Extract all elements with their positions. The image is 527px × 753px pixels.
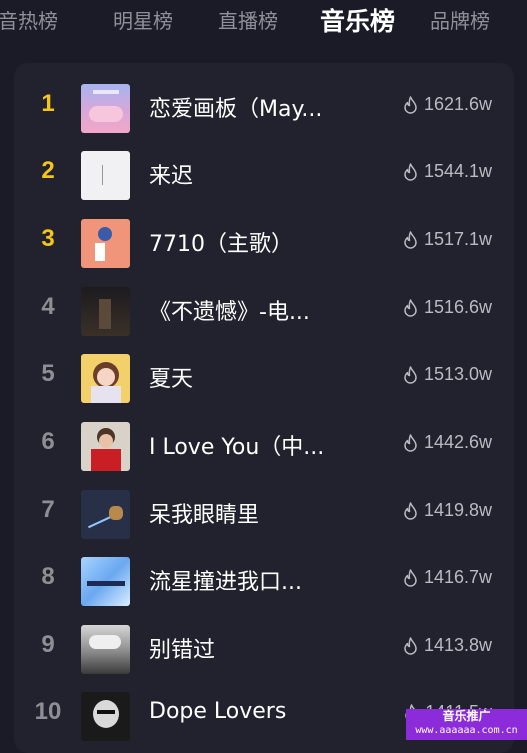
flame-icon bbox=[404, 230, 417, 249]
heat-text: 1621.6w bbox=[423, 94, 492, 114]
rank-number: 10 bbox=[34, 698, 62, 725]
heat-text: 1516.6w bbox=[423, 297, 492, 317]
rank-number: 7 bbox=[41, 496, 55, 523]
song-title: 7710（主歌） bbox=[149, 232, 293, 257]
song-row[interactable]: 1 恋爱画板（May... 1621.6w bbox=[0, 74, 527, 141]
song-row[interactable]: 7 呆我眼睛里 1419.8w bbox=[0, 480, 527, 547]
album-cover bbox=[81, 287, 130, 336]
heat-value: 1621.6w bbox=[403, 94, 492, 115]
album-cover bbox=[81, 151, 130, 200]
heat-text: 1419.8w bbox=[423, 500, 492, 520]
album-cover bbox=[81, 84, 130, 133]
album-cover bbox=[81, 422, 130, 471]
rank-number: 6 bbox=[41, 428, 55, 455]
flame-icon bbox=[404, 501, 417, 520]
heat-text: 1413.8w bbox=[423, 635, 492, 655]
album-cover bbox=[81, 490, 130, 539]
heat-value: 1416.7w bbox=[403, 567, 492, 588]
song-title: 《不遗憾》-电... bbox=[149, 300, 310, 325]
rank-number: 4 bbox=[41, 293, 55, 320]
heat-value: 1413.8w bbox=[403, 635, 492, 656]
rank-number: 2 bbox=[41, 157, 55, 184]
heat-value: 1517.1w bbox=[403, 229, 492, 250]
ranking-tabs: 音热榜 明星榜 直播榜 音乐榜 品牌榜 bbox=[0, 0, 527, 42]
song-title: 别错过 bbox=[149, 638, 216, 663]
song-title: 恋爱画板（May... bbox=[149, 97, 323, 122]
heat-value: 1513.0w bbox=[403, 364, 492, 385]
heat-value: 1516.6w bbox=[403, 297, 492, 318]
flame-icon bbox=[404, 95, 417, 114]
song-row[interactable]: 3 7710（主歌） 1517.1w bbox=[0, 209, 527, 276]
flame-icon bbox=[404, 162, 417, 181]
tab-live[interactable]: 直播榜 bbox=[218, 5, 278, 34]
rank-number: 8 bbox=[41, 563, 55, 590]
tab-yinre[interactable]: 音热榜 bbox=[0, 5, 58, 34]
flame-icon bbox=[404, 298, 417, 317]
song-title: 流星撞进我口... bbox=[149, 570, 302, 595]
song-row[interactable]: 4 《不遗憾》-电... 1516.6w bbox=[0, 277, 527, 344]
album-cover bbox=[81, 219, 130, 268]
flame-icon bbox=[404, 365, 417, 384]
heat-text: 1416.7w bbox=[423, 567, 492, 587]
song-title: 夏天 bbox=[149, 367, 194, 392]
heat-text: 1513.0w bbox=[423, 364, 492, 384]
watermark-title: 音乐推广 bbox=[442, 709, 491, 723]
watermark-url: www.aaaaaa.com.cn bbox=[415, 725, 518, 736]
album-cover bbox=[81, 692, 130, 741]
rank-number: 9 bbox=[41, 631, 55, 658]
heat-text: 1544.1w bbox=[423, 161, 492, 181]
heat-value: 1442.6w bbox=[403, 432, 492, 453]
heat-value: 1419.8w bbox=[403, 500, 492, 521]
watermark-badge: 音乐推广 www.aaaaaa.com.cn bbox=[406, 709, 527, 740]
heat-text: 1517.1w bbox=[423, 229, 492, 249]
song-title: 来迟 bbox=[149, 164, 194, 189]
flame-icon bbox=[404, 636, 417, 655]
heat-text: 1442.6w bbox=[423, 432, 492, 452]
song-row[interactable]: 2 来迟 1544.1w bbox=[0, 141, 527, 208]
album-cover bbox=[81, 557, 130, 606]
tab-brand[interactable]: 品牌榜 bbox=[430, 5, 490, 34]
album-cover bbox=[81, 625, 130, 674]
song-title: 呆我眼睛里 bbox=[149, 503, 260, 528]
song-row[interactable]: 5 夏天 1513.0w bbox=[0, 344, 527, 411]
heat-value: 1544.1w bbox=[403, 161, 492, 182]
rank-number: 5 bbox=[41, 360, 55, 387]
tab-music[interactable]: 音乐榜 bbox=[320, 2, 395, 38]
album-cover bbox=[81, 354, 130, 403]
song-title: I Love You（中... bbox=[149, 435, 325, 460]
song-row[interactable]: 6 I Love You（中... 1442.6w bbox=[0, 412, 527, 479]
flame-icon bbox=[404, 433, 417, 452]
tab-star[interactable]: 明星榜 bbox=[113, 5, 173, 34]
rank-number: 1 bbox=[41, 90, 55, 117]
song-row[interactable]: 8 流星撞进我口... 1416.7w bbox=[0, 547, 527, 614]
flame-icon bbox=[404, 568, 417, 587]
rank-number: 3 bbox=[41, 225, 55, 252]
song-title: Dope Lovers bbox=[149, 699, 287, 724]
song-row[interactable]: 9 别错过 1413.8w bbox=[0, 615, 527, 682]
